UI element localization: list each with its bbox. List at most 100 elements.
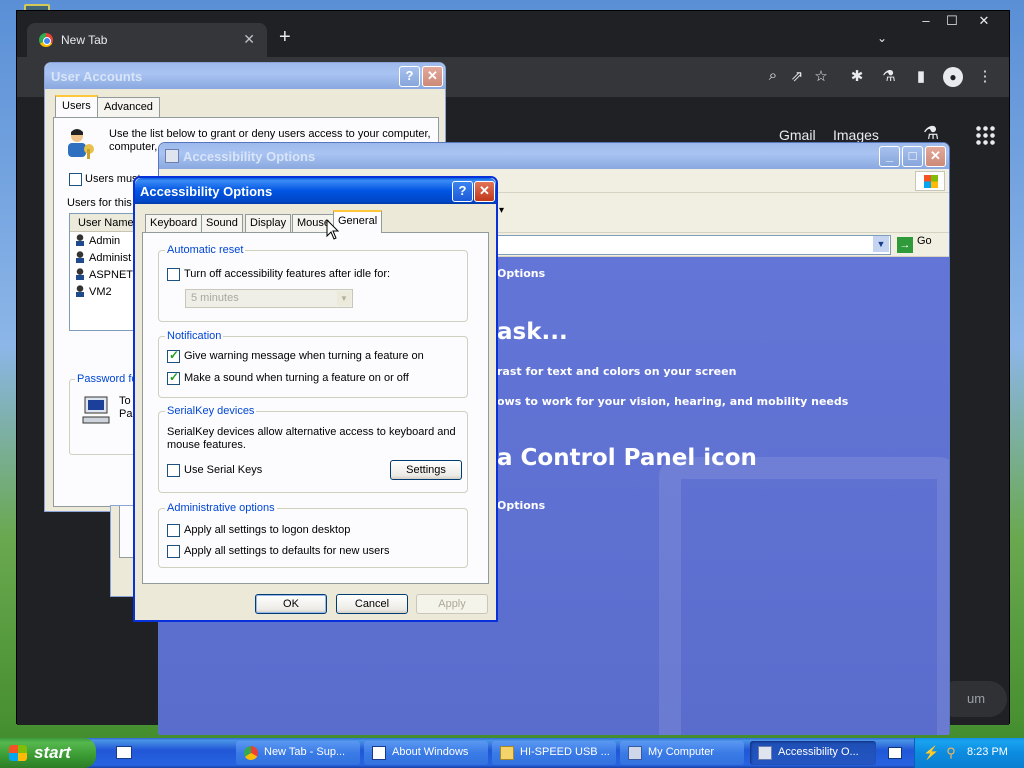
users-must-checkbox[interactable] (69, 173, 82, 186)
chevron-down-icon: ▼ (337, 291, 351, 306)
help-button[interactable]: ? (399, 66, 420, 87)
taskbar-item-accessibility[interactable]: Accessibility O... (750, 741, 876, 765)
bookmark-star-icon[interactable]: ☆ (811, 67, 831, 85)
gmail-link[interactable]: Gmail (779, 127, 816, 143)
watermark-icon (659, 457, 949, 735)
window-title: Accessibility Options (183, 149, 316, 164)
pick-task-heading: ask... (497, 319, 568, 345)
idle-time-select[interactable]: 5 minutes ▼ (185, 289, 353, 308)
menu-kebab-icon[interactable]: ⋮ (975, 67, 995, 85)
warning-message-checkbox[interactable] (167, 348, 180, 363)
chrome-logo-icon (244, 746, 258, 760)
use-serial-keys-label: Use Serial Keys (184, 464, 263, 476)
search-labs-icon[interactable]: ⚗ (923, 123, 939, 144)
window-title: User Accounts (51, 69, 143, 84)
extensions-icon[interactable]: ✱ (847, 67, 867, 85)
password-group-label: Password fo (75, 373, 140, 385)
search-icon[interactable]: ⚲ (943, 745, 959, 761)
network-icon[interactable]: ⚡ (923, 745, 939, 761)
cancel-button[interactable]: Cancel (336, 594, 408, 614)
new-tab-button[interactable]: + (279, 27, 291, 47)
automatic-reset-label: Automatic reset (165, 244, 246, 256)
control-panel-icon-link[interactable]: Options (497, 499, 545, 512)
google-apps-icon[interactable] (975, 125, 995, 145)
task-link[interactable]: ows to work for your vision, hearing, an… (497, 395, 848, 408)
turn-off-idle-checkbox[interactable] (167, 268, 180, 281)
list-item[interactable]: VM2 (70, 283, 142, 300)
pick-icon-heading: a Control Panel icon (497, 445, 757, 471)
labs-flask-icon[interactable]: ⚗ (879, 67, 899, 85)
tab-title: New Tab (61, 33, 108, 47)
computer-key-icon (82, 396, 110, 424)
tab-search-chevron-icon[interactable]: ⌄ (877, 31, 887, 45)
folder-icon (500, 746, 514, 760)
tab-close-icon[interactable]: ✕ (243, 31, 255, 48)
minimize-button[interactable]: _ (879, 146, 900, 167)
clock: 8:23 PM (967, 746, 1008, 758)
settings-button[interactable]: Settings (390, 460, 462, 480)
maximize-button[interactable]: □ (902, 146, 923, 167)
computer-icon (628, 746, 642, 760)
taskbar-item-my-computer[interactable]: My Computer (620, 741, 744, 765)
automatic-reset-group (158, 250, 468, 322)
share-icon[interactable]: ⇗ (787, 67, 807, 85)
logon-desktop-label: Apply all settings to logon desktop (184, 524, 351, 536)
tab-users[interactable]: Users (55, 95, 98, 117)
column-header-user-name[interactable]: User Name (70, 214, 142, 232)
taskbar-item-hi-speed-usb[interactable]: HI-SPEED USB ... (492, 741, 616, 765)
chrome-tab[interactable]: New Tab ✕ (27, 23, 267, 57)
notification-label: Notification (165, 330, 224, 342)
user-icon (74, 285, 86, 297)
list-item[interactable]: Admin (70, 232, 142, 249)
password-text: To (119, 395, 131, 407)
section-heading: Options (497, 267, 546, 280)
taskbar-item-about-windows[interactable]: About Windows (364, 741, 488, 765)
list-item[interactable]: ASPNET (70, 266, 142, 283)
go-button[interactable]: → Go (897, 235, 932, 253)
control-panel-titlebar[interactable]: Accessibility Options _ □ ✕ (159, 143, 949, 169)
address-dropdown-icon[interactable]: ▼ (873, 236, 889, 252)
close-button[interactable]: ✕ (422, 66, 443, 87)
defaults-new-users-checkbox[interactable] (167, 545, 180, 558)
keyboard-language-icon[interactable] (888, 747, 902, 759)
make-sound-checkbox[interactable] (167, 370, 180, 385)
images-link[interactable]: Images (833, 127, 879, 143)
serialkey-group (158, 411, 468, 493)
list-item[interactable]: Administ (70, 249, 142, 266)
close-button[interactable]: ✕ (969, 13, 999, 29)
use-serial-keys-checkbox[interactable] (167, 464, 180, 477)
user-icon (74, 268, 86, 280)
password-text-2: Pa (119, 408, 133, 420)
users-for-label: Users for this (67, 197, 132, 209)
task-link[interactable]: rast for text and colors on your screen (497, 365, 736, 378)
system-tray: ⚡ ⚲ 8:23 PM (914, 738, 1024, 768)
users-icon (68, 129, 94, 159)
user-accounts-titlebar[interactable]: User Accounts ? ✕ (45, 63, 445, 89)
accessibility-icon (758, 746, 772, 760)
views-dropdown-icon[interactable]: ▾ (499, 205, 504, 216)
apply-button[interactable]: Apply (416, 594, 488, 614)
turn-off-idle-label: Turn off accessibility features after id… (184, 268, 391, 280)
warning-message-label: Give warning message when turning a feat… (184, 350, 424, 362)
profile-avatar-icon[interactable]: ● (943, 67, 963, 87)
accessibility-icon (165, 149, 179, 163)
zoom-icon[interactable]: ⌕ (763, 67, 783, 84)
side-panel-icon[interactable]: ▮ (911, 67, 931, 85)
start-button[interactable]: start (0, 738, 96, 768)
ok-button[interactable]: OK (255, 594, 327, 614)
administrative-options-label: Administrative options (165, 502, 277, 514)
taskbar-item-new-tab[interactable]: New Tab - Sup... (236, 741, 360, 765)
notification-group (158, 336, 468, 398)
user-icon (74, 251, 86, 263)
defaults-new-users-label: Apply all settings to defaults for new u… (184, 545, 390, 557)
tab-advanced[interactable]: Advanced (97, 97, 160, 117)
serialkey-description: SerialKey devices allow alternative acce… (167, 426, 456, 438)
maximize-button[interactable]: ☐ (937, 13, 967, 29)
close-button[interactable]: ✕ (925, 146, 946, 167)
logon-desktop-checkbox[interactable] (167, 524, 180, 537)
windows-flag-icon (9, 745, 27, 761)
serialkey-description-2: mouse features. (167, 439, 246, 451)
show-desktop-icon[interactable] (116, 746, 132, 759)
make-sound-label: Make a sound when turning a feature on o… (184, 372, 409, 384)
users-list[interactable]: User Name Admin Administ ASPNET VM2 (69, 213, 143, 331)
